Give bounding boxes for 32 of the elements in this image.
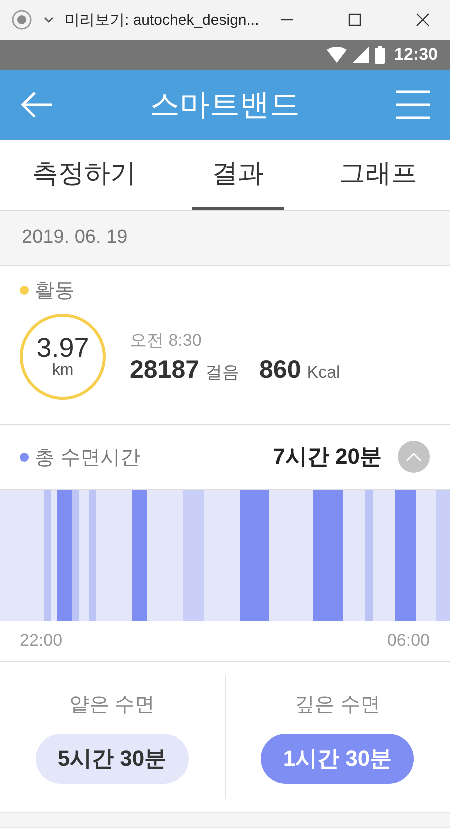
- activity-time: 오전 8:30: [130, 330, 203, 352]
- section-title: 총 수면시간: [35, 446, 141, 470]
- section-title: 활동: [35, 278, 75, 304]
- axis-label: 22:00: [20, 631, 63, 651]
- battery-icon: [374, 46, 385, 64]
- chevron-up-icon: [406, 452, 422, 462]
- chevron-down-icon[interactable]: [43, 15, 55, 25]
- back-arrow-icon[interactable]: [20, 91, 54, 119]
- calories-value: 860: [260, 356, 302, 385]
- tab[interactable]: 그래프: [329, 140, 428, 210]
- steps-value: 28187: [130, 356, 200, 385]
- axis-label: 06:00: [387, 631, 430, 651]
- stage-label: 얕은 수면: [69, 692, 156, 718]
- record-icon[interactable]: [11, 9, 33, 31]
- date-label: 2019. 06. 19: [22, 227, 128, 249]
- stage-label: 깊은 수면: [294, 692, 381, 718]
- menu-icon[interactable]: [396, 90, 430, 120]
- sleep-total: 7시간 20분: [273, 443, 382, 471]
- clock: 12:30: [394, 45, 438, 65]
- stage-duration: 1시간 30분: [261, 734, 414, 784]
- signal-icon: [352, 47, 369, 63]
- distance-value: 3.97: [36, 334, 90, 362]
- stage-duration: 5시간 30분: [36, 734, 189, 784]
- distance-unit: km: [52, 362, 74, 380]
- maximize-icon[interactable]: [348, 13, 362, 27]
- calories-unit: Kcal: [307, 363, 340, 383]
- window-title: 미리보기: autochek_design...: [65, 10, 260, 30]
- close-icon[interactable]: [416, 13, 430, 27]
- screen-title: 스마트밴드: [150, 88, 300, 124]
- tab[interactable]: 측정하기: [22, 140, 147, 210]
- wifi-icon: [326, 47, 347, 63]
- steps-unit: 걸음: [206, 362, 240, 384]
